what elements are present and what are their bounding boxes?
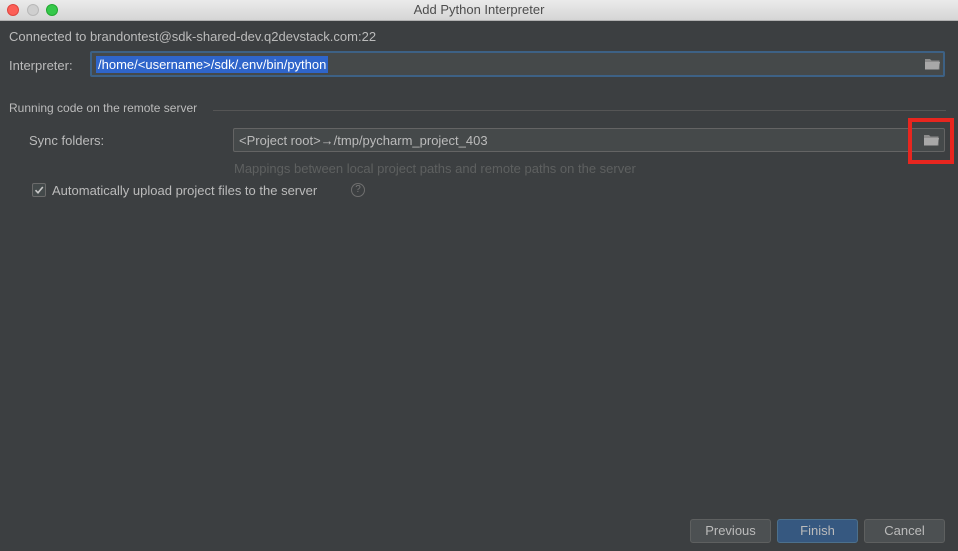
help-icon[interactable]: ? bbox=[351, 183, 365, 197]
finish-button[interactable]: Finish bbox=[777, 519, 858, 543]
title-bar: Add Python Interpreter bbox=[0, 0, 958, 21]
window-title: Add Python Interpreter bbox=[413, 2, 545, 17]
interpreter-field[interactable]: /home/<username>/sdk/.env/bin/python bbox=[90, 51, 945, 77]
folder-icon bbox=[925, 59, 940, 70]
previous-button[interactable]: Previous bbox=[690, 519, 771, 543]
cancel-button[interactable]: Cancel bbox=[864, 519, 945, 543]
auto-upload-checkbox[interactable] bbox=[32, 183, 46, 197]
auto-upload-label[interactable]: Automatically upload project files to th… bbox=[52, 183, 317, 198]
sync-folders-label: Sync folders: bbox=[29, 133, 105, 148]
connection-status: Connected to brandontest@sdk-shared-dev.… bbox=[9, 29, 377, 44]
checkmark-icon bbox=[34, 186, 44, 195]
interpreter-browse-button[interactable] bbox=[922, 54, 944, 74]
annotation-highlight-box bbox=[908, 118, 954, 164]
section-title: Running code on the remote server bbox=[9, 101, 198, 115]
section-divider bbox=[213, 110, 946, 111]
interpreter-path-value[interactable]: /home/<username>/sdk/.env/bin/python bbox=[96, 56, 329, 73]
sync-folders-field[interactable]: <Project root>→/tmp/pycharm_project_403 bbox=[233, 128, 945, 152]
sync-folders-value[interactable]: <Project root>→/tmp/pycharm_project_403 bbox=[239, 133, 488, 148]
sync-folders-hint: Mappings between local project paths and… bbox=[234, 161, 636, 176]
interpreter-label: Interpreter: bbox=[9, 58, 73, 73]
